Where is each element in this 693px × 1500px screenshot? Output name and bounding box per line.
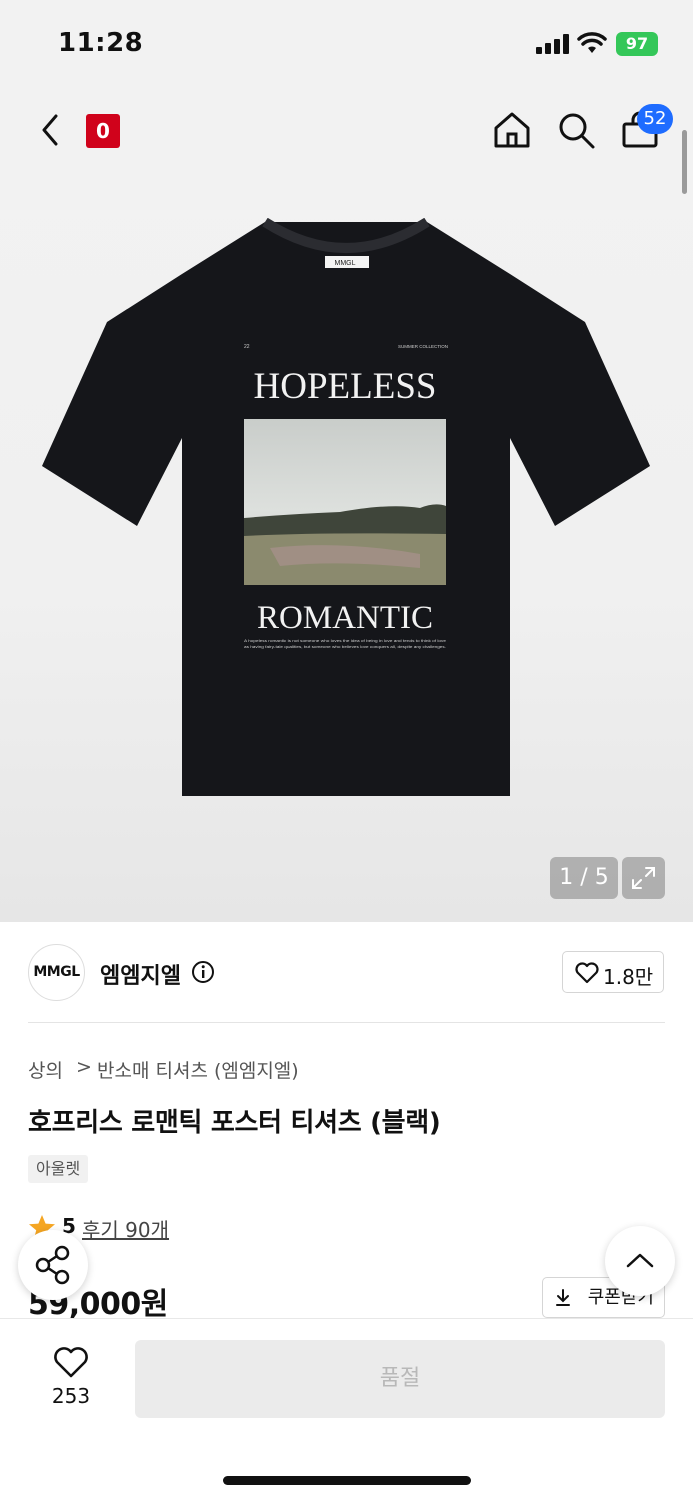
breadcrumb-subcategory[interactable]: 반소매 티셔츠 (엠엠지엘) <box>97 1056 299 1083</box>
breadcrumb-category[interactable]: 상의 <box>28 1056 63 1083</box>
shirt-headline-top: HOPELESS <box>254 366 437 407</box>
heart-icon <box>575 962 599 984</box>
chevron-up-icon <box>626 1253 654 1268</box>
shirt-print-number: 22 <box>244 344 250 350</box>
home-indicator <box>223 1476 471 1485</box>
wishlist-heart-icon[interactable] <box>52 1345 90 1379</box>
search-icon[interactable] <box>556 110 596 150</box>
download-icon <box>556 1289 570 1306</box>
wishlist-count: 253 <box>51 1384 91 1408</box>
home-icon[interactable] <box>492 110 532 150</box>
share-button[interactable] <box>18 1230 88 1300</box>
shirt-caption-line-2: as having fairy-tale qualities, but some… <box>244 644 446 649</box>
brand-like-button[interactable]: 1.8만 <box>562 951 664 993</box>
shirt-caption-line-1: A hopeless romantic is not someone who l… <box>244 638 446 643</box>
brand-like-count: 1.8만 <box>603 965 654 989</box>
cart-count-badge: 52 <box>637 104 673 134</box>
brand-name[interactable]: 엠엠지엘 <box>100 958 181 990</box>
divider <box>28 1022 665 1023</box>
brand-logo[interactable]: MMGL <box>28 944 85 1001</box>
scroll-top-button[interactable] <box>605 1226 675 1296</box>
expand-image-button[interactable] <box>622 857 665 899</box>
product-title: 호프리스 로맨틱 포스터 티셔츠 (블랙) <box>28 1108 441 1138</box>
breadcrumb-separator: > <box>76 1056 92 1078</box>
brand-badge[interactable]: 0 <box>86 114 120 148</box>
shirt-print-collection: SUMMER COLLECTION <box>398 344 448 349</box>
outlet-tag: 아울렛 <box>28 1155 89 1183</box>
shirt-headline-bottom: ROMANTIC <box>257 600 433 636</box>
product-tshirt-image: MMGL 22 SUMMER COLLECTION HOPELESS ROMAN… <box>42 218 650 796</box>
status-time: 11:28 <box>58 28 144 58</box>
reviews-link[interactable]: 후기 90개 <box>82 1214 169 1243</box>
shirt-tag-label: MMGL <box>335 260 356 267</box>
wifi-icon <box>577 32 607 53</box>
scroll-indicator <box>682 130 687 194</box>
signal-icon <box>536 34 569 54</box>
back-icon[interactable] <box>38 112 62 148</box>
image-counter: 1 / 5 <box>550 857 618 899</box>
battery-indicator: 97 <box>616 32 658 56</box>
soldout-button: 품절 <box>135 1340 665 1418</box>
share-icon <box>35 1245 70 1285</box>
info-icon[interactable] <box>191 960 215 984</box>
expand-icon <box>632 867 655 889</box>
status-bar: 11:28 97 <box>0 0 693 90</box>
